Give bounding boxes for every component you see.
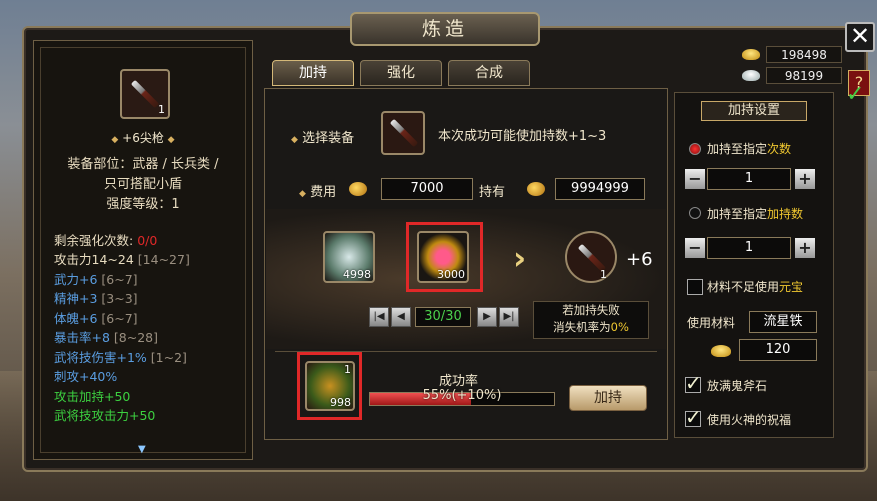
radio-count[interactable] xyxy=(689,143,701,155)
selected-equipment-slot[interactable] xyxy=(381,111,425,155)
option-enhance-label: 加持至指定加持数 xyxy=(707,207,804,221)
next-page-button[interactable]: ▶ xyxy=(477,307,497,327)
owned-label: 持有 xyxy=(479,185,506,200)
page-indicator: 30/30 xyxy=(415,307,471,327)
ingot-value: 120 xyxy=(739,339,817,361)
select-equipment-label: ◆ 选择装备 xyxy=(291,131,355,146)
use-ingot-label: 材料不足使用元宝 xyxy=(707,280,804,294)
scroll-down-icon[interactable]: ▼ xyxy=(138,444,146,455)
equipment-slot[interactable]: 1 xyxy=(120,69,170,119)
success-rate-text: 55%(+10%) xyxy=(422,388,502,403)
fill-stone-checkbox[interactable]: ✓ xyxy=(685,371,702,395)
enhance-value[interactable]: 1 xyxy=(707,237,791,259)
material-slot-crystal[interactable]: 4998 xyxy=(323,231,375,283)
window-title: 炼造 xyxy=(350,12,540,46)
last-page-button[interactable]: ▶| xyxy=(499,307,519,327)
count-plus-button[interactable]: + xyxy=(795,169,815,189)
check-icon: ✓ xyxy=(846,82,865,107)
stat-force: 武力+6 [6~7] xyxy=(54,272,138,287)
equipment-name: ◆ +6尖枪 ◆ xyxy=(111,131,175,145)
gold-ingot-icon xyxy=(711,345,731,357)
gold-ingot-icon xyxy=(742,49,760,60)
material-label: 使用材料 xyxy=(687,316,736,330)
material-value[interactable]: 流星铁 xyxy=(749,311,817,333)
equipment-restrict-line: 只可搭配小盾 xyxy=(103,177,182,192)
option-count-label: 加持至指定次数 xyxy=(707,142,792,156)
charm-highlight xyxy=(297,352,362,420)
diamond-icon: ◆ xyxy=(111,135,119,145)
stat-skill-attack: 武将技攻击力+50 xyxy=(54,408,156,423)
gem-highlight xyxy=(406,222,483,292)
radio-enhance-number[interactable] xyxy=(689,207,701,219)
stat-attack-bonus: 攻击加持+50 xyxy=(54,389,131,404)
check-icon: ✓ xyxy=(685,371,702,395)
gold-currency: 198498 xyxy=(742,46,842,63)
arrow-right-icon: › xyxy=(513,239,527,277)
coin-icon xyxy=(349,182,367,196)
gold-amount: 198498 xyxy=(766,46,842,63)
diamond-icon: ◆ xyxy=(299,189,306,199)
use-ingot-checkbox[interactable] xyxy=(687,279,703,295)
fire-bless-label: 使用火神的祝福 xyxy=(707,413,792,427)
stat-spirit: 精神+3 [3~3] xyxy=(54,291,138,306)
settings-panel: 加持设置 加持至指定次数 − 1 + 加持至指定加持数 − 1 + 材料不足使用… xyxy=(674,92,834,438)
first-page-button[interactable]: |◀ xyxy=(369,307,389,327)
diamond-icon: ◆ xyxy=(291,135,298,145)
tab-strengthen[interactable]: 强化 xyxy=(360,60,442,86)
success-rate-label: 成功率 xyxy=(439,374,479,389)
result-bonus: +6 xyxy=(626,249,653,270)
equipment-slot-line: 装备部位：武器 / 长兵类 / xyxy=(67,157,219,172)
fill-stone-label: 放满鬼斧石 xyxy=(707,379,768,393)
silver-currency: 98199 xyxy=(742,67,842,84)
equipment-count: 1 xyxy=(158,103,165,116)
silver-ingot-icon xyxy=(742,70,760,81)
cost-value: 7000 xyxy=(381,178,473,200)
fire-bless-checkbox[interactable]: ✓ xyxy=(685,405,702,429)
stat-physique: 体魄+6 [6~7] xyxy=(54,311,138,326)
close-icon[interactable]: ✕ xyxy=(845,22,875,52)
stat-crit: 暴击率+8 [8~28] xyxy=(54,330,159,345)
spear-icon xyxy=(130,79,160,109)
stat-skill-damage: 武将技伤害+1% [1~2] xyxy=(54,350,187,365)
prev-page-button[interactable]: ◀ xyxy=(391,307,411,327)
coin-icon xyxy=(527,182,545,196)
fail-info: 若加持失败 消失机率为0% xyxy=(533,301,649,339)
diamond-icon: ◆ xyxy=(167,135,175,145)
owned-value: 9994999 xyxy=(555,178,645,200)
silver-amount: 98199 xyxy=(766,67,842,84)
count-minus-button[interactable]: − xyxy=(685,169,705,189)
tab-combine[interactable]: 合成 xyxy=(448,60,530,86)
stat-pierce: 刺攻+40% xyxy=(54,369,118,384)
enhance-minus-button[interactable]: − xyxy=(685,238,705,258)
cost-label: ◆ 费用 xyxy=(299,185,337,200)
spear-icon xyxy=(389,118,419,148)
count-value[interactable]: 1 xyxy=(707,168,791,190)
enhance-button[interactable]: 加持 xyxy=(569,385,647,411)
enhance-plus-button[interactable]: + xyxy=(795,238,815,258)
enhance-panel: ◆ 选择装备 本次成功可能使加持数+1~3 ◆ 费用 7000 持有 99949… xyxy=(264,88,668,440)
equipment-info-panel: 1 ◆ +6尖枪 ◆ 装备部位：武器 / 长兵类 / 只可搭配小盾 强度等级：1… xyxy=(33,40,253,460)
result-slot: 1 xyxy=(565,231,617,283)
select-hint: 本次成功可能使加持数+1~3 xyxy=(438,129,607,144)
check-icon: ✓ xyxy=(685,405,702,429)
stat-attack: 攻击力14~24 [14~27] xyxy=(54,252,190,267)
tab-enhance[interactable]: 加持 xyxy=(272,60,354,86)
equipment-level-line: 强度等级：1 xyxy=(106,197,180,212)
stat-remaining: 剩余强化次数: 0/0 xyxy=(54,233,158,248)
settings-title: 加持设置 xyxy=(701,101,807,121)
